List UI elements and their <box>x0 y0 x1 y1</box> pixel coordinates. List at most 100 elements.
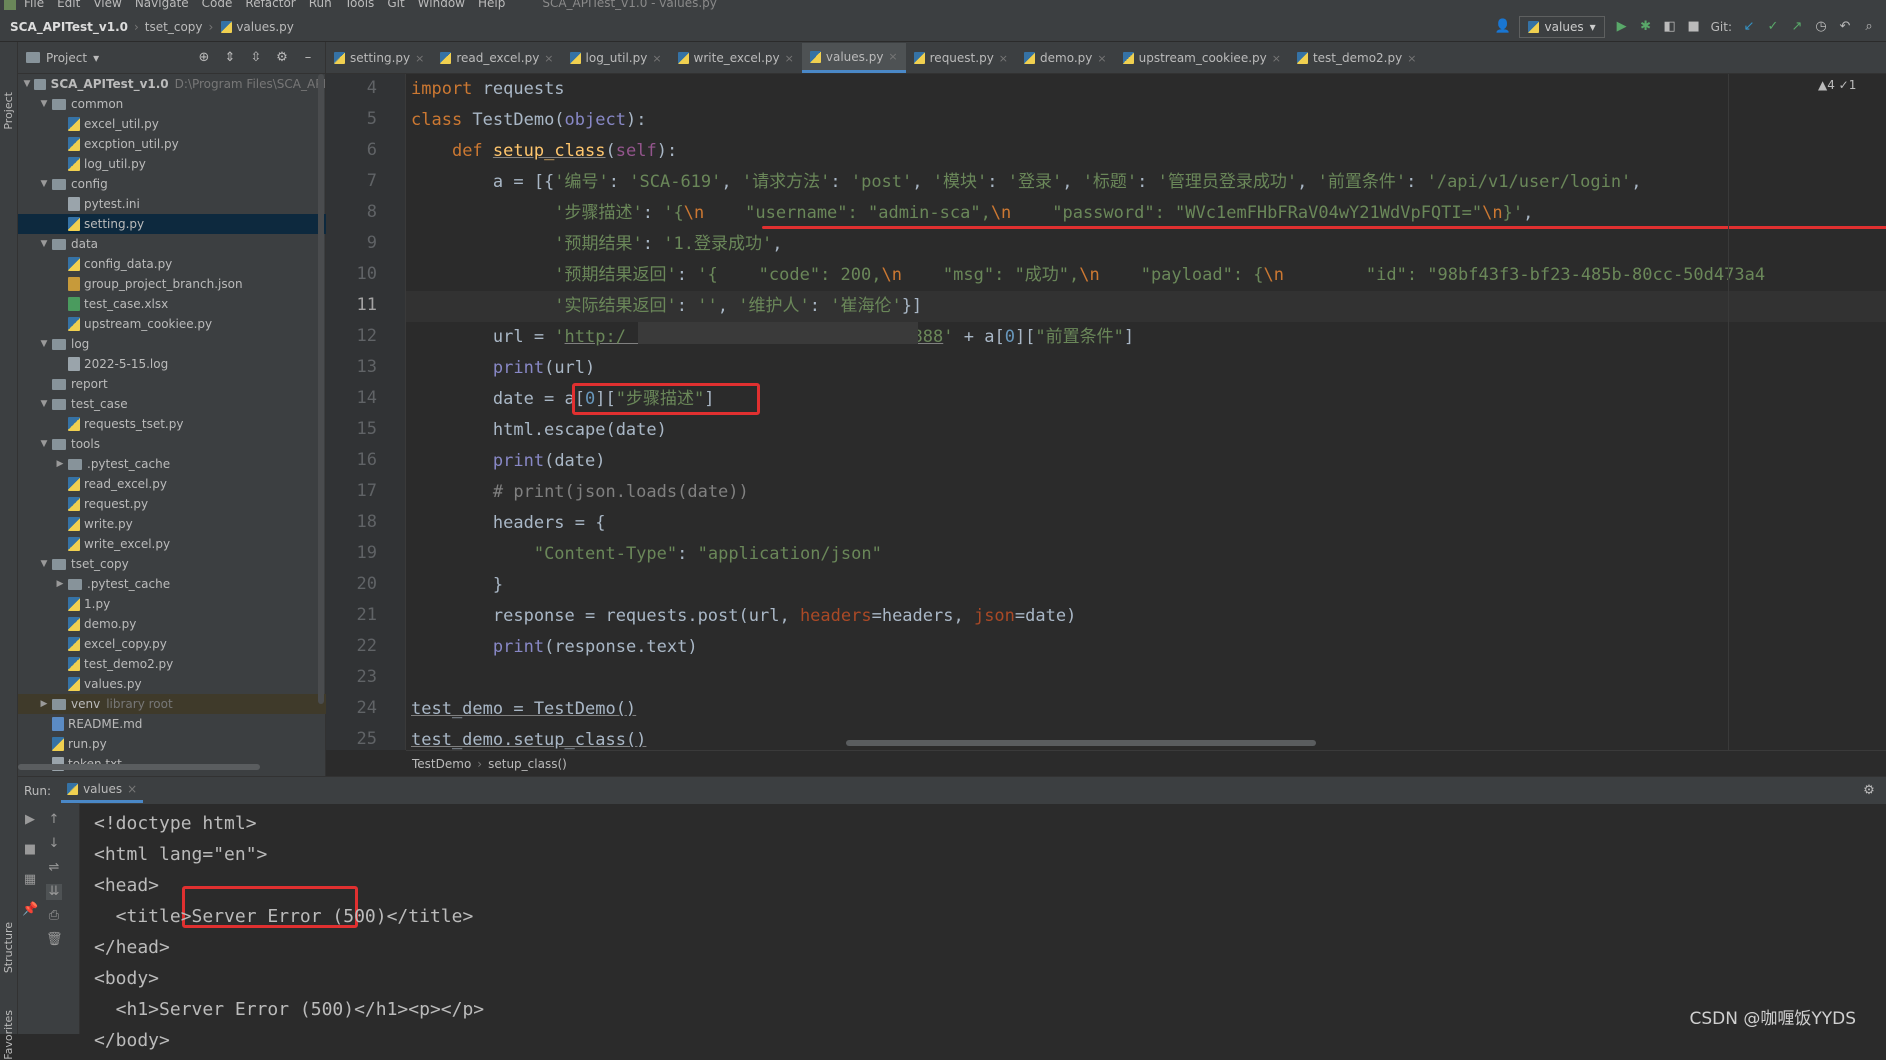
gear-icon[interactable]: ⚙ <box>1862 783 1876 798</box>
close-icon[interactable]: × <box>888 50 897 63</box>
tree-folder[interactable]: ▶ .pytest_cache <box>18 454 326 474</box>
breadcrumb-project[interactable]: SCA_APITest_v1.0 <box>10 20 128 34</box>
tree-file[interactable]: 1.py <box>18 594 326 614</box>
tree-file[interactable]: requests_tset.py <box>18 414 326 434</box>
run-icon[interactable]: ▶ <box>1615 20 1629 34</box>
tree-file[interactable]: request.py <box>18 494 326 514</box>
scroll-up-icon[interactable]: ↑ <box>46 812 62 828</box>
git-push-icon[interactable]: ↗ <box>1790 20 1804 34</box>
project-panel-title[interactable]: Project <box>46 51 87 65</box>
project-vertical-scrollbar[interactable] <box>318 74 324 704</box>
editor-tab[interactable]: values.py × <box>801 43 906 73</box>
scroll-down-icon[interactable]: ↓ <box>46 836 62 852</box>
tree-file[interactable]: log_util.py <box>18 154 326 174</box>
editor-tab[interactable]: upstream_cookiee.py × <box>1115 43 1289 73</box>
close-icon[interactable]: × <box>652 52 661 65</box>
editor-horizontal-scrollbar[interactable] <box>846 740 1316 746</box>
tree-file[interactable]: README.md <box>18 714 326 734</box>
chevron-down-icon[interactable]: ▾ <box>93 51 99 65</box>
editor-tab[interactable]: test_demo2.py × <box>1289 43 1424 73</box>
tree-folder[interactable]: ▼ data <box>18 234 326 254</box>
rerun-icon[interactable]: ▶ <box>22 812 38 828</box>
menu-view[interactable]: View <box>93 0 121 9</box>
layout-icon[interactable]: ▦ <box>22 872 38 888</box>
tree-file[interactable]: values.py <box>18 674 326 694</box>
close-icon[interactable]: × <box>544 52 553 65</box>
favorites-tool-tab[interactable]: Favorites <box>2 1010 15 1060</box>
menu-navigate[interactable]: Navigate <box>135 0 189 9</box>
inspection-status[interactable]: ▲4 ✓1 <box>1818 78 1856 92</box>
tree-file[interactable]: upstream_cookiee.py <box>18 314 326 334</box>
tree-file[interactable]: read_excel.py <box>18 474 326 494</box>
close-icon[interactable]: × <box>999 52 1008 65</box>
tree-file[interactable]: excption_util.py <box>18 134 326 154</box>
coverage-icon[interactable]: ◧ <box>1663 20 1677 34</box>
debug-icon[interactable]: ✱ <box>1639 20 1653 34</box>
menu-git[interactable]: Git <box>387 0 404 9</box>
menu-code[interactable]: Code <box>202 0 233 9</box>
editor-tab[interactable]: read_excel.py × <box>432 43 561 73</box>
tree-file[interactable]: demo.py <box>18 614 326 634</box>
tree-file[interactable]: pytest.ini <box>18 194 326 214</box>
run-tab-values[interactable]: values × <box>61 779 144 803</box>
menu-window[interactable]: Window <box>418 0 465 9</box>
tree-file[interactable]: run.py <box>18 734 326 754</box>
structure-tool-tab[interactable]: Structure <box>2 922 15 973</box>
tree-file[interactable]: setting.py <box>18 214 326 234</box>
hide-icon[interactable]: – <box>301 50 315 65</box>
editor-tab[interactable]: log_util.py × <box>562 43 670 73</box>
pin-icon[interactable]: 📌 <box>22 902 38 918</box>
breadcrumb-folder[interactable]: tset_copy <box>145 20 203 34</box>
menu-refactor[interactable]: Refactor <box>245 0 295 9</box>
scroll-to-end-icon[interactable]: ⇊ <box>46 884 62 900</box>
tree-file[interactable]: write_excel.py <box>18 534 326 554</box>
stop-icon[interactable]: ■ <box>22 842 38 858</box>
search-icon[interactable]: ⌕ <box>1862 20 1876 34</box>
trash-icon[interactable]: 🗑 <box>46 932 63 948</box>
editor-tab[interactable]: request.py × <box>906 43 1016 73</box>
soft-wrap-icon[interactable]: ⇌ <box>46 860 62 876</box>
tree-folder[interactable]: report <box>18 374 326 394</box>
run-output-console[interactable]: <!doctype html> <html lang="en"> <head> <t… <box>80 804 1886 1051</box>
close-icon[interactable]: × <box>1407 52 1416 65</box>
close-icon[interactable]: × <box>1272 52 1281 65</box>
tree-file[interactable]: config_data.py <box>18 254 326 274</box>
tree-folder[interactable]: ▼ log <box>18 334 326 354</box>
git-commit-icon[interactable]: ✓ <box>1766 20 1780 34</box>
tree-folder[interactable]: ▼ test_case <box>18 394 326 414</box>
menu-tools[interactable]: Tools <box>345 0 375 9</box>
tree-file[interactable]: excel_copy.py <box>18 634 326 654</box>
close-icon[interactable]: × <box>127 782 137 796</box>
menu-help[interactable]: Help <box>478 0 505 9</box>
close-icon[interactable]: × <box>415 52 424 65</box>
rollback-icon[interactable]: ↶ <box>1838 20 1852 34</box>
user-icon[interactable]: 👤 <box>1495 20 1511 34</box>
tree-root[interactable]: ▼ SCA_APITest_v1.0 D:\Program Files\SCA_… <box>18 74 326 94</box>
tree-file[interactable]: 2022-5-15.log <box>18 354 326 374</box>
menu-file[interactable]: File <box>24 0 44 9</box>
locate-icon[interactable]: ⊕ <box>197 50 211 65</box>
print-icon[interactable]: ⎙ <box>46 908 62 924</box>
project-tool-tab[interactable]: Project <box>2 92 15 130</box>
run-config-select[interactable]: values ▾ <box>1518 16 1605 38</box>
gear-icon[interactable]: ⚙ <box>275 50 289 65</box>
editor-tab[interactable]: write_excel.py × <box>670 43 802 73</box>
history-icon[interactable]: ◷ <box>1814 20 1828 34</box>
tree-file[interactable]: test_case.xlsx <box>18 294 326 314</box>
tree-folder[interactable]: ▶ .pytest_cache <box>18 574 326 594</box>
tree-file[interactable]: excel_util.py <box>18 114 326 134</box>
project-horizontal-scrollbar[interactable] <box>18 764 260 770</box>
tree-file[interactable]: test_demo2.py <box>18 654 326 674</box>
code-editor[interactable]: import requests class TestDemo(object): … <box>406 74 1886 750</box>
tree-folder[interactable]: ▼ tools <box>18 434 326 454</box>
git-update-icon[interactable]: ↙ <box>1742 20 1756 34</box>
close-icon[interactable]: × <box>785 52 794 65</box>
breadcrumb-class[interactable]: TestDemo <box>412 757 471 771</box>
menu-edit[interactable]: Edit <box>57 0 80 9</box>
menu-run[interactable]: Run <box>309 0 332 9</box>
expand-all-icon[interactable]: ⇕ <box>223 50 237 65</box>
tree-folder[interactable]: ▼ config <box>18 174 326 194</box>
tree-folder[interactable]: ▼ tset_copy <box>18 554 326 574</box>
tree-file[interactable]: group_project_branch.json <box>18 274 326 294</box>
stop-icon[interactable]: ■ <box>1687 20 1701 34</box>
